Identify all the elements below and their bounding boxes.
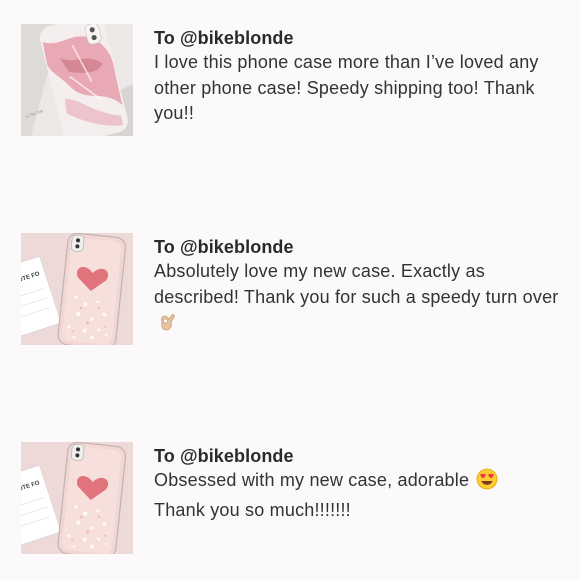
review-content: To @bikeblonde Absolutely love my new ca… bbox=[154, 235, 564, 340]
review-author: To @bikeblonde bbox=[154, 446, 294, 466]
pink-marble-phone-case-image: to The Unk bbox=[21, 24, 133, 136]
review-item: to The Unk To @bikeblonde I love this ph… bbox=[21, 24, 566, 136]
review-text: Absolutely love my new case. Exactly as … bbox=[154, 259, 564, 340]
review-text-content: Obsessed with my new case, adorable bbox=[154, 470, 470, 490]
review-photo-glitter-case: NOTE FO bbox=[21, 442, 133, 554]
review-item: NOTE FO bbox=[21, 233, 566, 345]
review-text: I love this phone case more than I’ve lo… bbox=[154, 52, 539, 123]
review-photo-pink-marble-case: to The Unk bbox=[21, 24, 133, 136]
review-item: NOTE FO bbox=[21, 442, 566, 554]
review-text: Obsessed with my new case, adorable Than… bbox=[154, 468, 564, 523]
glitter-heart-phone-case-image: NOTE FO bbox=[21, 442, 133, 554]
ok-hand-emoji bbox=[156, 310, 178, 340]
heart-eyes-emoji bbox=[476, 468, 498, 498]
review-text-line2: Thank you so much!!!!!!! bbox=[154, 499, 351, 520]
review-author: To @bikeblonde bbox=[154, 28, 294, 48]
review-author: To @bikeblonde bbox=[154, 237, 294, 257]
review-text-content: Absolutely love my new case. Exactly as … bbox=[154, 261, 559, 307]
review-photo-glitter-case: NOTE FO bbox=[21, 233, 133, 345]
review-content: To @bikeblonde I love this phone case mo… bbox=[154, 26, 564, 127]
glitter-heart-phone-case-image: NOTE FO bbox=[21, 233, 133, 345]
review-content: To @bikeblonde Obsessed with my new case… bbox=[154, 444, 564, 523]
